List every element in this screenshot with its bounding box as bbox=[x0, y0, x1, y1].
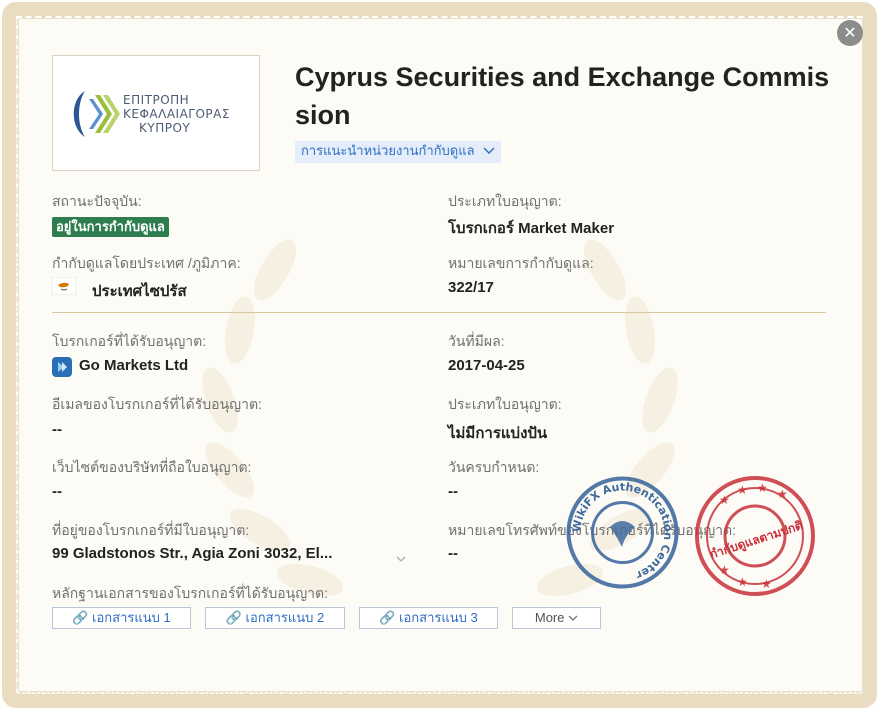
regulated-status-stamp: กำกับดูแลตามปกติ ★ ★ ★ ★ ★ ★ ★ bbox=[695, 476, 815, 596]
cyprus-flag-icon bbox=[52, 277, 76, 295]
license-type-2-value: ไม่มีการแบ่งปัน bbox=[448, 425, 548, 442]
regulator-title: Cyprus Securities and Exchange Commissio… bbox=[295, 62, 830, 130]
phone-value: -- bbox=[448, 545, 458, 562]
svg-text:★: ★ bbox=[719, 563, 730, 577]
svg-text:★: ★ bbox=[761, 577, 772, 591]
current-status-label: สถานะปัจจุบัน: bbox=[52, 193, 142, 209]
svg-text:★: ★ bbox=[737, 483, 748, 497]
svg-text:★: ★ bbox=[757, 481, 768, 495]
svg-text:★: ★ bbox=[737, 575, 748, 589]
address-value: 99 Gladstonos Str., Agia Zoni 3032, El..… bbox=[52, 545, 333, 562]
close-icon: ✕ bbox=[843, 23, 857, 42]
document-attachment-2-button[interactable]: 🔗 เอกสารแนบ 2 bbox=[205, 607, 345, 629]
broker-logo-icon bbox=[52, 357, 72, 377]
regulated-by-value: ประเทศไซปรัส bbox=[92, 283, 187, 300]
documents-label: หลักฐานเอกสารของโบรกเกอร์ที่ได้รับอนุญาต… bbox=[52, 585, 328, 601]
svg-text:★: ★ bbox=[777, 487, 788, 501]
broker-email-value: -- bbox=[52, 421, 62, 438]
link-icon: 🔗 bbox=[225, 610, 242, 625]
chevron-down-icon bbox=[483, 144, 495, 159]
document-attachment-3-button[interactable]: 🔗 เอกสารแนบ 3 bbox=[359, 607, 498, 629]
wikifx-authentication-stamp: WikiFX Authentication Center bbox=[566, 476, 679, 589]
close-button[interactable]: ✕ bbox=[837, 20, 863, 46]
address-expand-button[interactable] bbox=[396, 548, 406, 567]
regulated-by-label: กำกับดูแลโดยประเทศ /ภูมิภาค: bbox=[52, 255, 241, 271]
section-divider bbox=[52, 312, 826, 313]
link-icon: 🔗 bbox=[379, 610, 396, 625]
website-value: -- bbox=[52, 483, 62, 500]
regulatory-number-value: 322/17 bbox=[448, 279, 494, 296]
expiry-date-value: -- bbox=[448, 483, 458, 500]
document-attachment-label: เอกสารแนบ 3 bbox=[399, 610, 478, 625]
svg-text:กำกับดูแลตามปกติ: กำกับดูแลตามปกติ bbox=[708, 518, 805, 562]
link-icon: 🔗 bbox=[72, 610, 89, 625]
website-label: เว็บไซต์ของบริษัทที่ถือใบอนุญาต: bbox=[52, 459, 252, 475]
effective-date-label: วันที่มีผล: bbox=[448, 333, 505, 349]
document-attachment-1-button[interactable]: 🔗 เอกสารแนบ 1 bbox=[52, 607, 191, 629]
address-label: ที่อยู่ของโบรกเกอร์ที่มีใบอนุญาต: bbox=[52, 522, 250, 538]
more-documents-button[interactable]: More bbox=[512, 607, 601, 629]
broker-email-label: อีเมลของโบรกเกอร์ที่ได้รับอนุญาต: bbox=[52, 396, 262, 412]
status-badge: อยู่ในการกำกับดูแล bbox=[52, 217, 169, 237]
expiry-date-label: วันครบกำหนด: bbox=[448, 459, 540, 475]
chevron-down-icon bbox=[396, 548, 406, 567]
regulator-logo: ΕΠΙΤΡΟΠΗ ΚΕΦΑΛΑΙΑΓΟΡΑΣ ΚΥΠΡΟΥ bbox=[52, 55, 260, 171]
document-attachment-label: เอกสารแนบ 2 bbox=[245, 610, 325, 625]
license-type-value: โบรกเกอร์ Market Maker bbox=[448, 220, 615, 237]
svg-text:★: ★ bbox=[719, 493, 730, 507]
regulator-recommendation-label: การแนะนำหน่วยงานกำกับดูแล bbox=[301, 144, 475, 159]
more-label: More bbox=[534, 610, 565, 625]
effective-date-value: 2017-04-25 bbox=[448, 357, 525, 374]
license-type-label: ประเภทใบอนุญาต: bbox=[448, 193, 562, 209]
chevron-down-icon bbox=[568, 610, 578, 625]
license-type-2-label: ประเภทใบอนุญาต: bbox=[448, 396, 562, 412]
licensed-broker-label: โบรกเกอร์ที่ได้รับอนุญาต: bbox=[52, 333, 207, 349]
licensed-broker-value[interactable]: Go Markets Ltd bbox=[79, 357, 188, 374]
document-attachment-label: เอกสารแนบ 1 bbox=[92, 610, 171, 625]
regulator-logo-mark bbox=[73, 91, 120, 137]
regulatory-number-label: หมายเลขการกำกับดูแล: bbox=[448, 255, 594, 271]
regulator-recommendation-dropdown[interactable]: การแนะนำหน่วยงานกำกับดูแล bbox=[295, 141, 501, 163]
regulator-logo-text: ΕΠΙΤΡΟΠΗ ΚΕΦΑΛΑΙΑΓΟΡΑΣ ΚΥΠΡΟΥ bbox=[123, 93, 230, 135]
